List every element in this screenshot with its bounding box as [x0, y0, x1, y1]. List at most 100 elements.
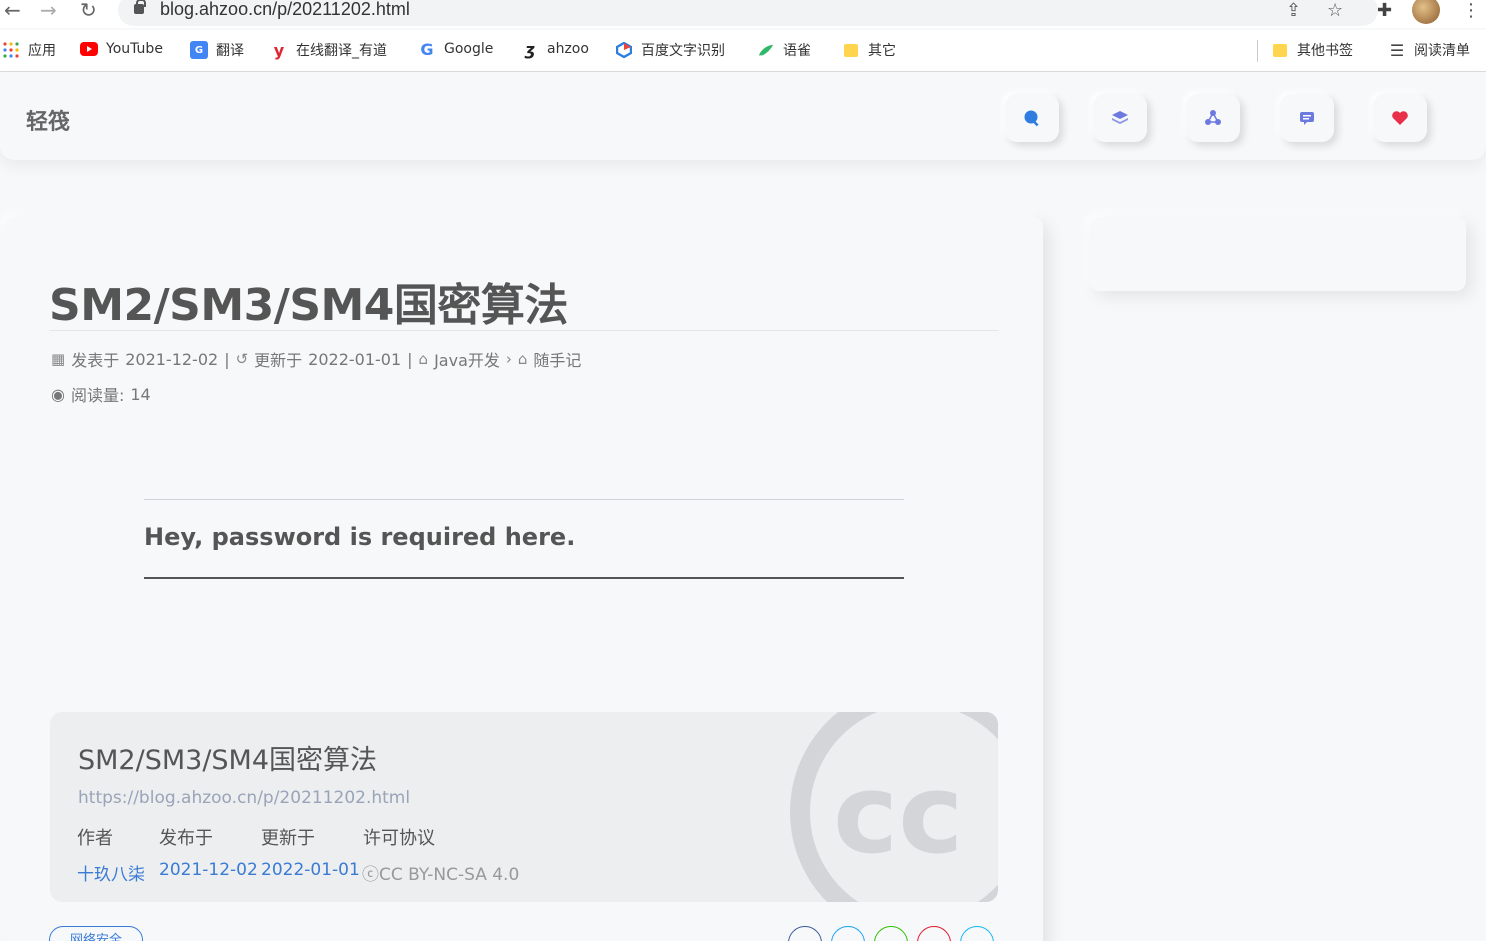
copyright-title: SM2/SM3/SM4国密算法 — [78, 745, 378, 776]
tag-link[interactable]: 网络安全 — [49, 926, 143, 941]
share-nodes-icon — [1205, 110, 1221, 125]
browser-menu-icon[interactable]: ⋮ — [1462, 0, 1480, 21]
reading-list-label: 阅读清单 — [1414, 43, 1470, 59]
inbox-icon: ⌂ — [517, 350, 528, 368]
twitter-share-icon[interactable] — [831, 926, 865, 941]
bookmark-yuque[interactable]: 语雀 — [757, 40, 811, 60]
copyright-box: SM2/SM3/SM4国密算法 https://blog.ahzoo.cn/p/… — [50, 712, 998, 902]
password-input[interactable] — [144, 577, 904, 579]
svg-text:cc: cc — [833, 750, 963, 878]
views-count: 14 — [130, 384, 151, 404]
yuque-icon — [757, 41, 775, 59]
chat-icon — [1300, 112, 1314, 125]
address-bar[interactable]: blog.ahzoo.cn/p/20211202.html — [118, 0, 1378, 26]
google-icon: G — [420, 39, 434, 59]
updated-date: 2022-01-01 — [308, 349, 402, 369]
views-label: 阅读量: — [70, 386, 125, 405]
post-title: SM2/SM3/SM4国密算法 — [49, 280, 568, 331]
bookmark-apps[interactable]: 应用 — [2, 40, 56, 60]
baidu-ocr-icon — [615, 41, 633, 59]
bookmark-label: 其他书签 — [1297, 43, 1353, 59]
youtube-icon — [80, 40, 98, 58]
eye-icon: ◉ — [51, 384, 65, 404]
youdao-icon: y — [273, 40, 285, 60]
forward-arrow-icon[interactable]: → — [40, 0, 57, 20]
share-page-icon[interactable]: ⇪ — [1286, 0, 1301, 21]
inbox-icon: ⌂ — [418, 350, 429, 368]
translate-icon: G — [190, 41, 208, 59]
bookmark-star-icon[interactable]: ☆ — [1327, 0, 1343, 21]
layers-icon — [1112, 111, 1128, 124]
password-divider — [144, 499, 904, 500]
site-brand[interactable]: 轻筏 — [26, 104, 70, 136]
bookmark-label: 应用 — [28, 43, 56, 59]
facebook-share-icon[interactable] — [788, 926, 822, 941]
bookmark-other-bookmarks[interactable]: 其他书签 — [1271, 40, 1353, 60]
reading-list[interactable]: ☰ 阅读清单 — [1388, 40, 1470, 60]
site-header: 轻筏 — [0, 72, 1486, 160]
title-divider — [49, 330, 999, 331]
heart-icon — [1392, 111, 1408, 125]
chevron-right-icon: › — [505, 350, 512, 368]
url-text: blog.ahzoo.cn/p/20211202.html — [160, 0, 410, 19]
password-prompt: Hey, password is required here. — [144, 523, 576, 551]
bookmark-youtube[interactable]: YouTube — [80, 40, 163, 58]
article-card: SM2/SM3/SM4国密算法 ▦ 发表于 2021-12-02 | ↺ 更新于… — [5, 217, 1043, 941]
apps-grid-icon — [2, 41, 20, 59]
creative-commons-icon: cc — [790, 712, 998, 902]
cc-small-icon: ⓒ — [362, 865, 379, 885]
bookmark-ahzoo[interactable]: ʒ ahzoo — [521, 40, 589, 59]
bookmark-label: Google — [444, 41, 494, 57]
history-icon: ↺ — [235, 350, 249, 368]
post-views: ◉ 阅读量: 14 — [51, 382, 151, 406]
reload-icon[interactable]: ↻ — [80, 0, 97, 20]
bookmarks-divider — [1257, 40, 1258, 62]
published-label: 发表于 — [71, 351, 120, 370]
bookmark-label: YouTube — [106, 41, 163, 57]
favorites-button[interactable] — [1373, 94, 1427, 142]
calendar-icon: ▦ — [51, 350, 66, 368]
categories-button[interactable] — [1093, 94, 1147, 142]
meta-separator: | — [407, 349, 413, 369]
lock-icon — [134, 0, 146, 14]
qq-share-icon[interactable] — [960, 926, 994, 941]
extensions-puzzle-icon[interactable]: ✚ — [1377, 0, 1392, 21]
published-date: 2021-12-02 — [125, 349, 219, 369]
published-value: 2021-12-02 — [159, 860, 258, 880]
bookmark-google[interactable]: G Google — [418, 39, 494, 59]
bookmark-other[interactable]: 其它 — [842, 40, 896, 60]
bookmark-baidu-ocr[interactable]: 百度文字识别 — [615, 40, 725, 60]
wechat-share-icon[interactable] — [874, 926, 908, 941]
bookmark-youdao[interactable]: y 在线翻译_有道 — [270, 40, 387, 60]
bookmark-label: 在线翻译_有道 — [296, 43, 387, 59]
comments-button[interactable] — [1280, 94, 1334, 142]
bookmark-label: 其它 — [868, 43, 896, 59]
weibo-share-icon[interactable] — [917, 926, 951, 941]
updated-heading: 更新于 — [261, 828, 315, 849]
profile-avatar[interactable] — [1412, 0, 1440, 24]
category-link[interactable]: 随手记 — [533, 347, 581, 371]
bookmark-label: 语雀 — [783, 43, 811, 59]
bookmark-label: 百度文字识别 — [641, 43, 725, 59]
author-heading: 作者 — [77, 828, 113, 849]
license-text: CC BY-NC-SA 4.0 — [379, 865, 520, 885]
bookmark-label: ahzoo — [547, 41, 589, 57]
search-icon — [1024, 110, 1039, 127]
reading-list-icon: ☰ — [1389, 40, 1405, 60]
updated-value: 2022-01-01 — [261, 860, 360, 880]
folder-icon — [1271, 41, 1289, 59]
back-arrow-icon[interactable]: ← — [4, 0, 21, 20]
sidebar-widget — [1090, 217, 1466, 291]
bookmark-label: 翻译 — [216, 43, 244, 59]
bookmark-translate[interactable]: G 翻译 — [190, 40, 244, 60]
copyright-link[interactable]: https://blog.ahzoo.cn/p/20211202.html — [78, 788, 410, 808]
category-link[interactable]: Java开发 — [434, 347, 500, 371]
license-heading: 许可协议 — [363, 828, 435, 849]
post-meta: ▦ 发表于 2021-12-02 | ↺ 更新于 2022-01-01 | ⌂ … — [51, 347, 581, 371]
folder-icon — [842, 41, 860, 59]
license-value[interactable]: ⓒCC BY-NC-SA 4.0 — [362, 860, 519, 885]
search-button[interactable] — [1005, 94, 1059, 142]
browser-toolbar: ← → ↻ blog.ahzoo.cn/p/20211202.html ⇪ ☆ … — [0, 0, 1486, 28]
author-link[interactable]: 十玖八柒 — [77, 860, 145, 885]
links-button[interactable] — [1186, 94, 1240, 142]
